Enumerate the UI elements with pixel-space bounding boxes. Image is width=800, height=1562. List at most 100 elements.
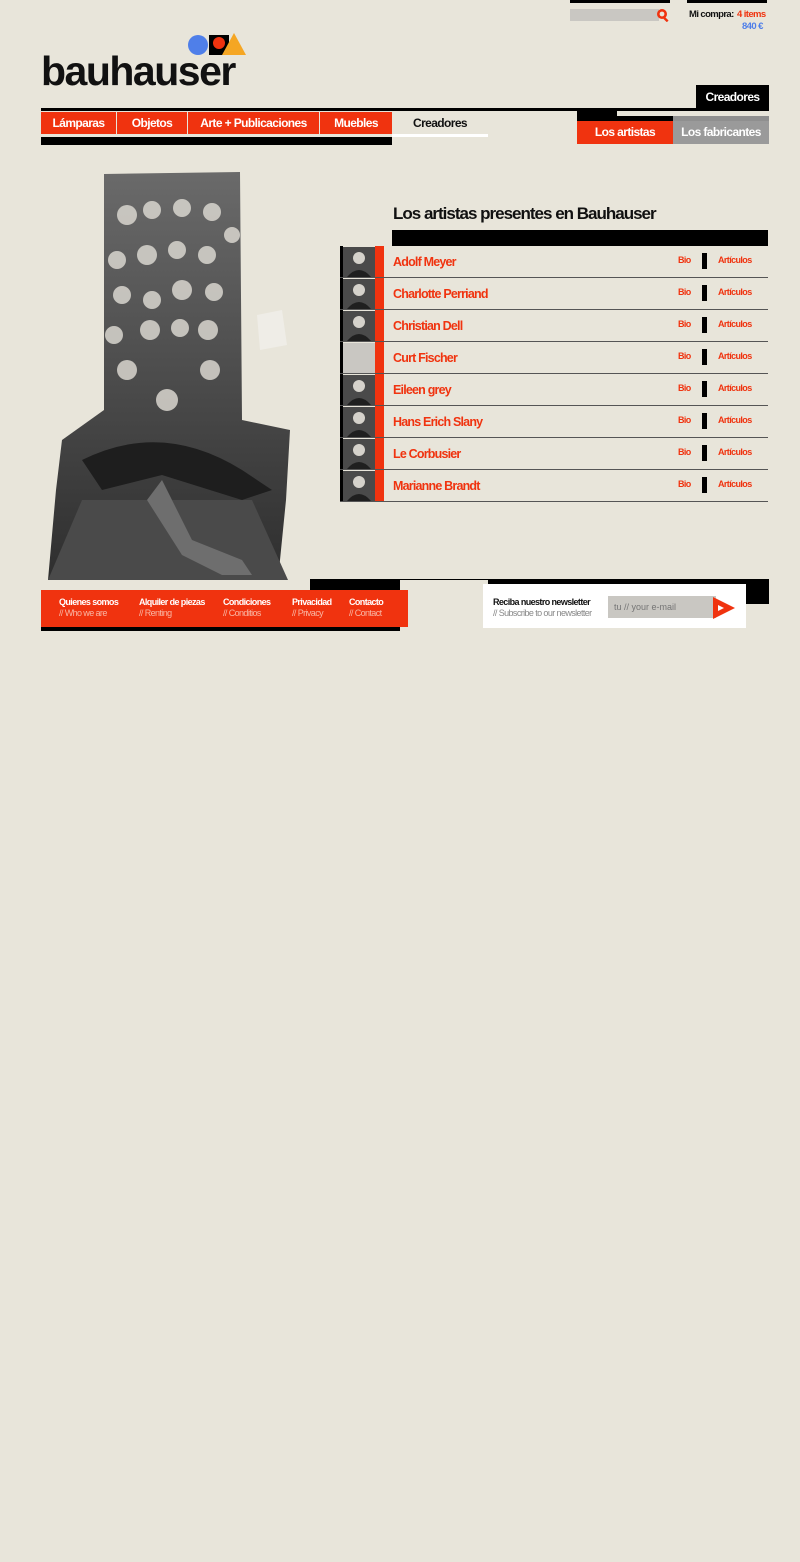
footer-link-quienes-somos[interactable]: Quienes somos // Who we are xyxy=(59,597,119,619)
footer-rule-line xyxy=(400,579,488,580)
cart-label: Mi compra: xyxy=(689,9,734,20)
nav-item-arte-publicaciones[interactable]: Arte + Publicaciones xyxy=(188,112,319,134)
link-separator xyxy=(702,285,707,301)
footer-link-sub: // Conditios xyxy=(223,608,261,618)
artist-portrait[interactable] xyxy=(343,439,375,469)
footer-link-alquiler[interactable]: Alquiler de piezas // Renting xyxy=(139,597,205,619)
artist-name-link[interactable]: Eileen grey xyxy=(393,383,452,397)
newsletter-subtitle: // Subscribe to our newsletter xyxy=(493,608,592,618)
footer-link-contacto[interactable]: Contacto // Contact xyxy=(349,597,384,619)
artist-articles-link[interactable]: Artículos xyxy=(718,383,752,393)
artist-articles-link[interactable]: Artículos xyxy=(718,351,752,361)
nav-item-creadores[interactable]: Creadores xyxy=(392,112,488,134)
artist-portrait[interactable] xyxy=(343,471,375,501)
page-title: Los artistas presentes en Bauhauser xyxy=(393,204,657,223)
section-tab-creadores[interactable]: Creadores xyxy=(696,85,769,110)
artist-portrait[interactable] xyxy=(343,375,375,405)
artist-articles-link[interactable]: Artículos xyxy=(718,319,752,329)
artist-accent-stripe xyxy=(375,278,384,310)
search-input[interactable] xyxy=(570,9,659,21)
artist-portrait[interactable] xyxy=(343,407,375,437)
row-divider xyxy=(340,501,768,502)
artist-row[interactable]: Hans Erich Slany Bio Artículos xyxy=(340,406,768,438)
logo-wordmark: bauhauser xyxy=(41,48,236,94)
artist-name-link[interactable]: Charlotte Perriand xyxy=(393,287,488,301)
artist-articles-link[interactable]: Artículos xyxy=(718,479,752,489)
footer-link-label: Quienes somos xyxy=(59,597,119,607)
link-separator xyxy=(702,381,707,397)
hero-group-photo xyxy=(42,170,294,582)
tab-los-fabricantes[interactable]: Los fabricantes xyxy=(673,121,769,144)
artist-name-link[interactable]: Le Corbusier xyxy=(393,447,461,461)
footer-link-sub: // Contact xyxy=(349,608,382,618)
artist-accent-stripe xyxy=(375,246,384,278)
footer-link-label: Contacto xyxy=(349,597,384,607)
artist-bio-link[interactable]: Bio xyxy=(678,319,691,329)
tab-los-artistas[interactable]: Los artistas xyxy=(577,121,673,144)
artist-row[interactable]: Curt Fischer Bio Artículos xyxy=(340,342,768,374)
footer-bottom-rule xyxy=(41,627,400,631)
artist-accent-stripe xyxy=(375,374,384,406)
artist-row[interactable]: Adolf Meyer Bio Artículos xyxy=(340,246,768,278)
artist-row[interactable]: Marianne Brandt Bio Artículos xyxy=(340,470,768,502)
footer-link-label: Privacidad xyxy=(292,597,332,607)
footer-link-label: Alquiler de piezas xyxy=(139,597,205,607)
footer-link-condiciones[interactable]: Condiciones // Conditios xyxy=(223,597,271,619)
newsletter-title: Reciba nuestro newsletter xyxy=(493,597,591,607)
artist-row[interactable]: Christian Dell Bio Artículos xyxy=(340,310,768,342)
link-separator xyxy=(702,445,707,461)
cart-total: 840 € xyxy=(742,21,763,32)
artist-row[interactable]: Eileen grey Bio Artículos xyxy=(340,374,768,406)
artist-name-link[interactable]: Curt Fischer xyxy=(393,351,458,365)
artist-accent-stripe xyxy=(375,406,384,438)
artist-name-link[interactable]: Christian Dell xyxy=(393,319,463,333)
footer-link-sub: // Who we are xyxy=(59,608,107,618)
artist-bio-link[interactable]: Bio xyxy=(678,479,691,489)
artist-accent-stripe xyxy=(375,470,384,502)
nav-active-underline xyxy=(392,134,488,137)
artist-name-link[interactable]: Hans Erich Slany xyxy=(393,415,483,429)
link-separator xyxy=(702,349,707,365)
footer-link-sub: // Renting xyxy=(139,608,172,618)
artist-bio-link[interactable]: Bio xyxy=(678,383,691,393)
artist-row[interactable]: Le Corbusier Bio Artículos xyxy=(340,438,768,470)
footer-link-sub: // Privacy xyxy=(292,608,324,618)
artist-articles-link[interactable]: Artículos xyxy=(718,447,752,457)
top-bar-left xyxy=(570,0,670,3)
artist-accent-stripe xyxy=(375,342,384,374)
link-separator xyxy=(702,413,707,429)
artist-portrait[interactable] xyxy=(343,311,375,341)
title-bar xyxy=(392,230,768,246)
artist-articles-link[interactable]: Artículos xyxy=(718,415,752,425)
artist-bio-link[interactable]: Bio xyxy=(678,351,691,361)
newsletter-submit-arrow-icon[interactable] xyxy=(712,596,736,620)
footer-link-label: Condiciones xyxy=(223,597,271,607)
search-icon[interactable] xyxy=(656,8,670,23)
link-separator xyxy=(702,477,707,493)
artist-portrait[interactable] xyxy=(343,247,375,277)
artist-name-link[interactable]: Adolf Meyer xyxy=(393,255,457,269)
link-separator xyxy=(702,253,707,269)
nav-item-muebles[interactable]: Muebles xyxy=(320,112,392,134)
link-separator xyxy=(702,317,707,333)
nav-item-lamparas[interactable]: Lámparas xyxy=(41,112,116,134)
artist-accent-stripe xyxy=(375,310,384,342)
nav-bottom-rule xyxy=(41,137,392,145)
artist-articles-link[interactable]: Artículos xyxy=(718,255,752,265)
artist-name-link[interactable]: Marianne Brandt xyxy=(393,479,480,493)
nav-top-rule xyxy=(41,108,769,111)
top-bar-right xyxy=(687,0,767,3)
artist-accent-stripe xyxy=(375,438,384,470)
artist-row[interactable]: Charlotte Perriand Bio Artículos xyxy=(340,278,768,310)
newsletter-email-input[interactable] xyxy=(608,596,716,618)
artist-bio-link[interactable]: Bio xyxy=(678,415,691,425)
artist-portrait[interactable] xyxy=(343,279,375,309)
cart-items-count[interactable]: 4 items xyxy=(737,9,766,20)
artist-bio-link[interactable]: Bio xyxy=(678,287,691,297)
footer-link-privacidad[interactable]: Privacidad // Privacy xyxy=(292,597,332,619)
nav-item-objetos[interactable]: Objetos xyxy=(117,112,187,134)
artist-bio-link[interactable]: Bio xyxy=(678,255,691,265)
artist-bio-link[interactable]: Bio xyxy=(678,447,691,457)
artist-portrait[interactable] xyxy=(343,343,375,373)
artist-articles-link[interactable]: Artículos xyxy=(718,287,752,297)
